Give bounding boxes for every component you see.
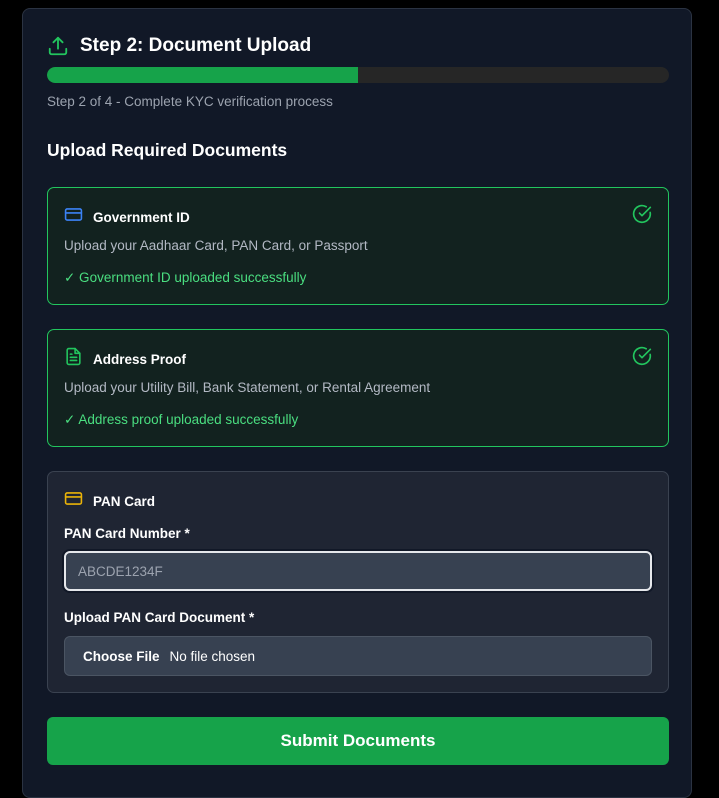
government-id-header: Government ID	[64, 205, 190, 229]
step-header: Step 2: Document Upload	[47, 35, 311, 57]
address-proof-header: Address Proof	[64, 347, 186, 371]
pan-number-input[interactable]	[64, 551, 652, 591]
pan-card-header: PAN Card	[64, 489, 155, 513]
file-status-text: No file chosen	[169, 648, 256, 664]
progress-bar-fill	[47, 67, 358, 83]
address-proof-title: Address Proof	[93, 351, 187, 367]
submit-documents-button[interactable]: Submit Documents	[47, 717, 669, 765]
choose-file-button[interactable]: Choose File	[83, 649, 160, 664]
document-icon	[64, 347, 83, 371]
address-proof-card: Address Proof Upload your Utility Bill, …	[47, 329, 669, 447]
address-proof-description: Upload your Utility Bill, Bank Statement…	[64, 380, 431, 395]
check-circle-icon	[632, 204, 652, 229]
government-id-description: Upload your Aadhaar Card, PAN Card, or P…	[64, 238, 368, 253]
government-id-title: Government ID	[93, 209, 190, 225]
section-title: Upload Required Documents	[47, 140, 288, 160]
kyc-panel: Step 2: Document Upload Step 2 of 4 - Co…	[22, 8, 692, 798]
pan-card-title: PAN Card	[93, 493, 156, 509]
step-info-text: Step 2 of 4 - Complete KYC verification …	[47, 94, 333, 109]
pan-upload-label: Upload PAN Card Document *	[64, 610, 255, 625]
government-id-card: Government ID Upload your Aadhaar Card, …	[47, 187, 669, 305]
government-id-status: ✓ Government ID uploaded successfully	[64, 270, 307, 285]
credit-card-icon	[64, 205, 83, 229]
credit-card-icon	[64, 489, 83, 513]
address-proof-status: ✓ Address proof uploaded successfully	[64, 412, 299, 427]
progress-bar	[47, 67, 669, 83]
upload-icon	[47, 35, 69, 57]
pan-file-input[interactable]: Choose File No file chosen	[64, 636, 652, 676]
page-title: Step 2: Document Upload	[80, 35, 312, 56]
pan-card-card: PAN Card PAN Card Number * Upload PAN Ca…	[47, 471, 669, 693]
check-circle-icon	[632, 346, 652, 371]
pan-number-label: PAN Card Number *	[64, 526, 190, 541]
